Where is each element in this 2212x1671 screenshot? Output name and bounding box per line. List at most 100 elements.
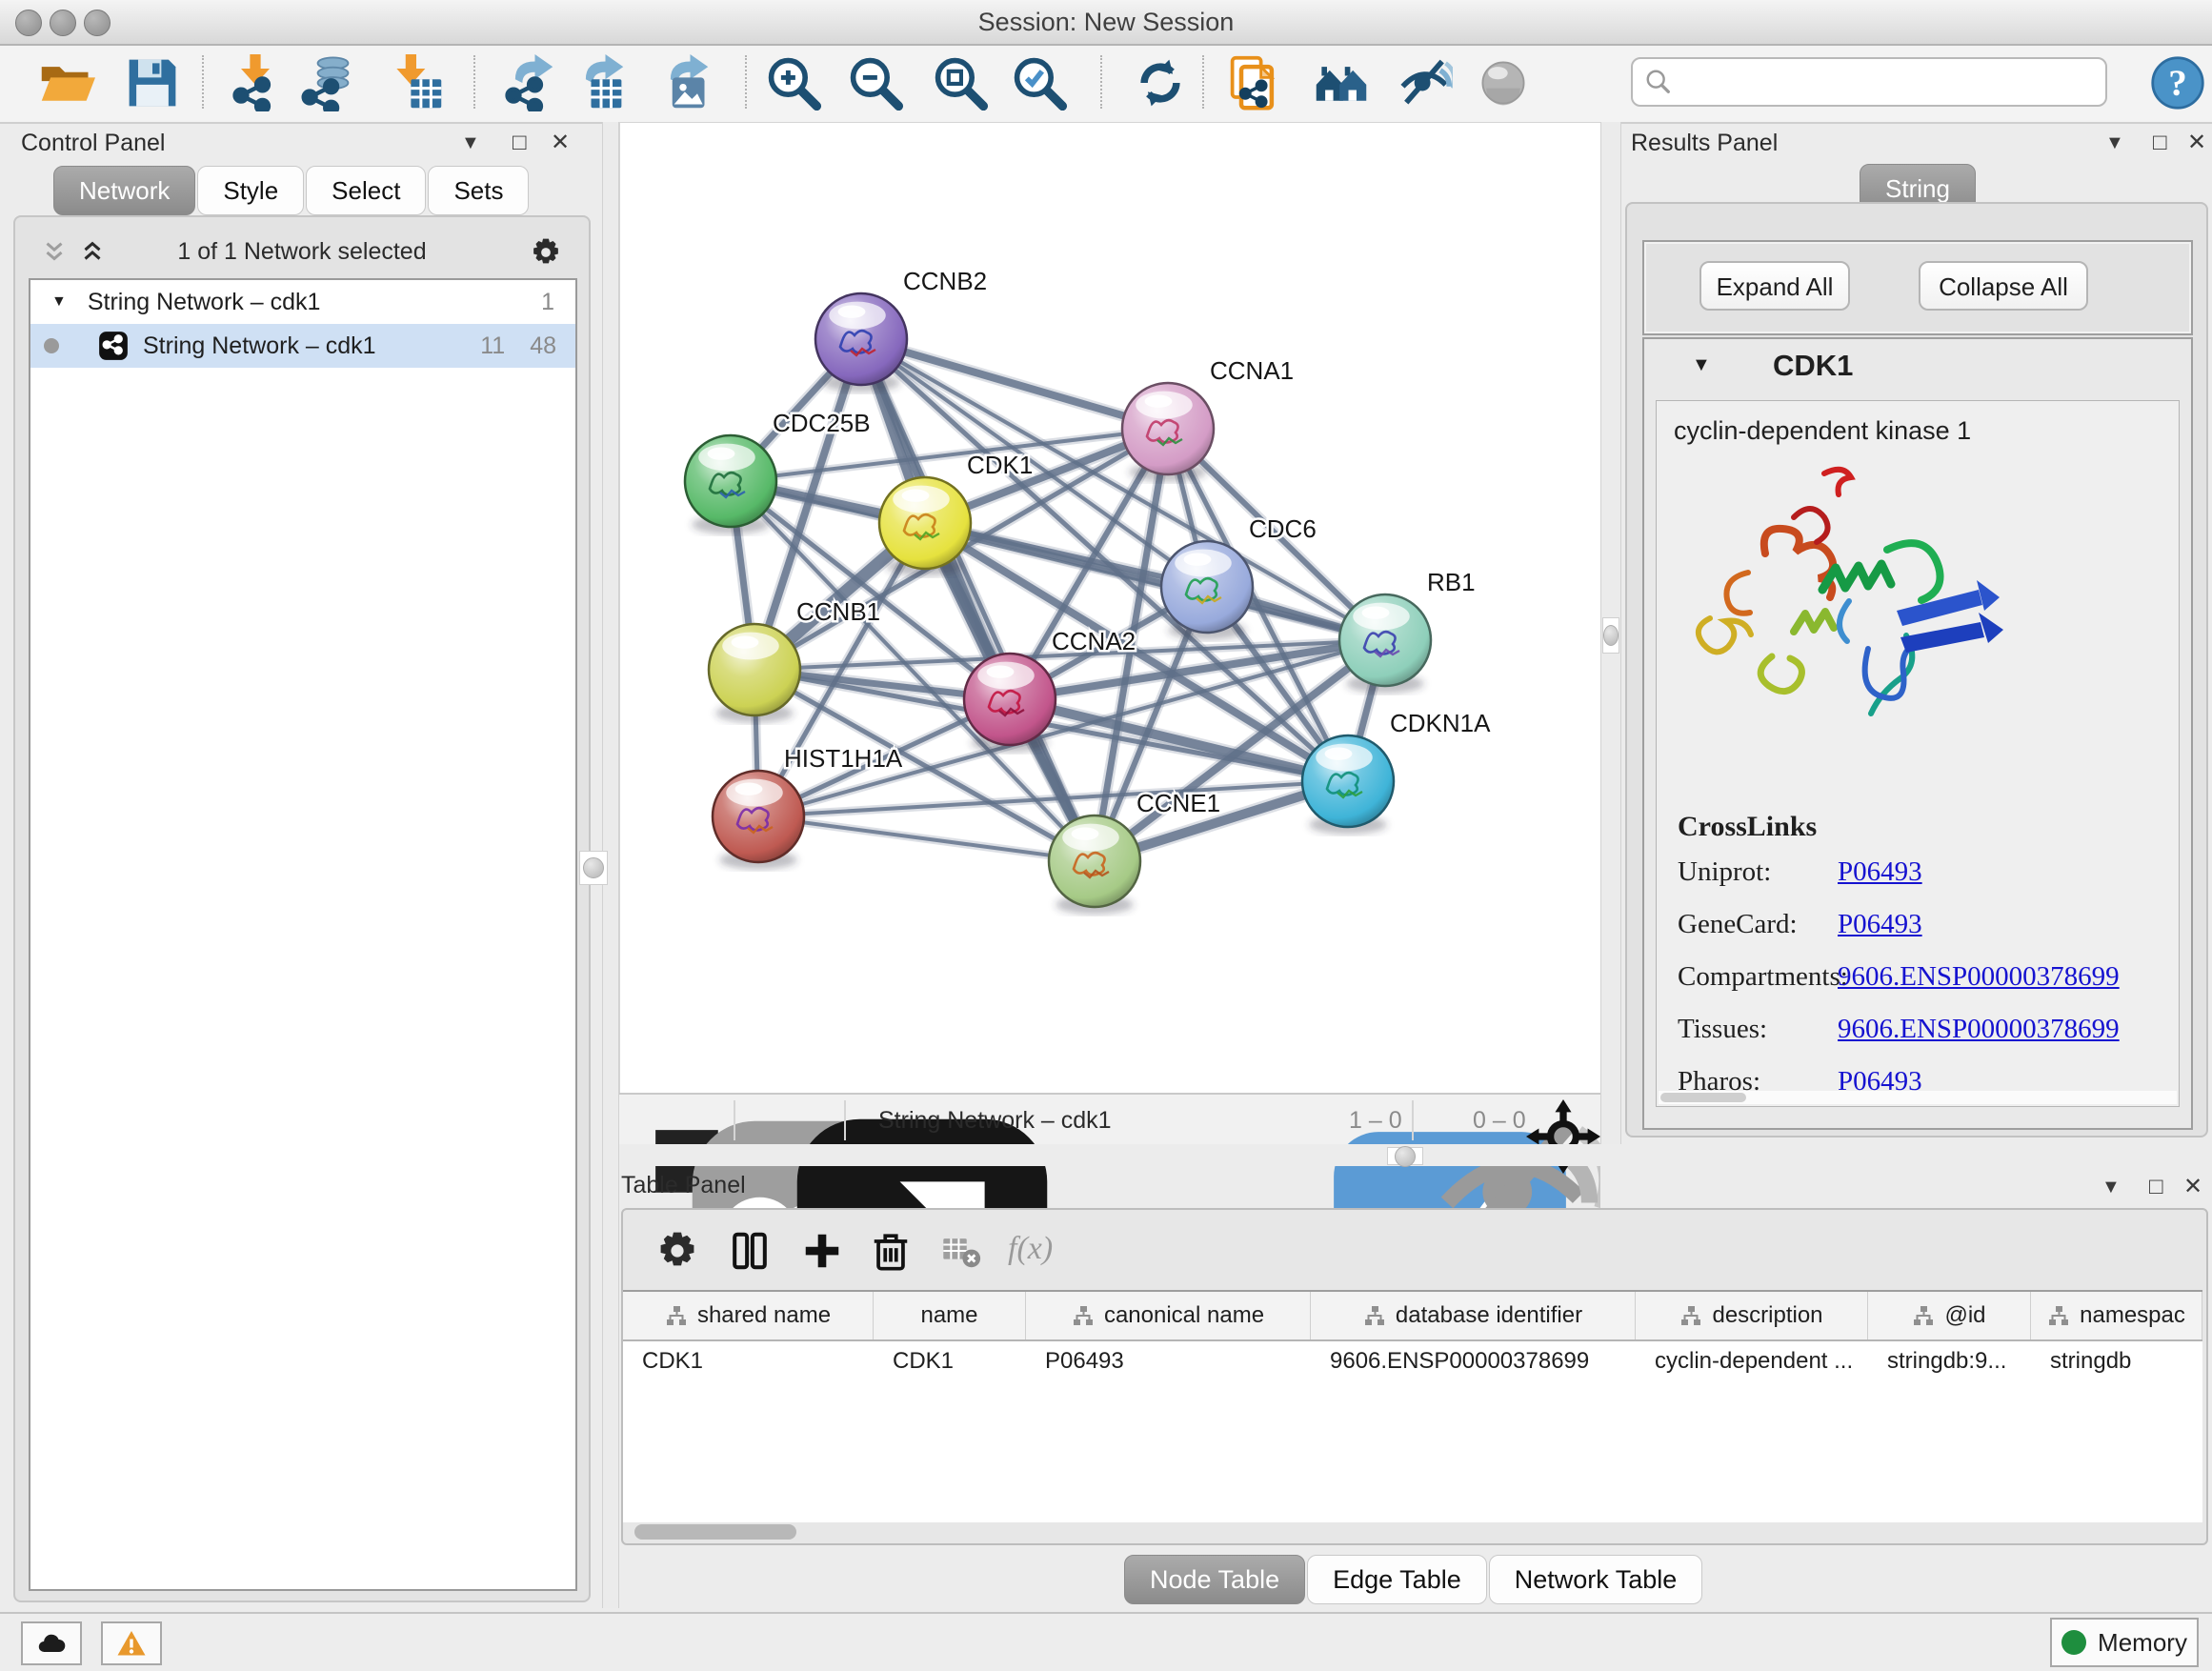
- network-canvas[interactable]: CCNB2CCNA1CDC25BCDK1CDC6RB1CCNB1CCNA2CDK…: [619, 122, 1602, 1095]
- memory-button[interactable]: Memory: [2050, 1618, 2199, 1667]
- tab-sets[interactable]: Sets: [428, 166, 529, 215]
- table-cell[interactable]: stringdb: [2031, 1341, 2202, 1381]
- node-label-CCNE1: CCNE1: [1136, 789, 1220, 817]
- home-icon[interactable]: [1313, 54, 1370, 111]
- column-header-name[interactable]: name: [874, 1292, 1026, 1339]
- zoom-selected-icon[interactable]: [1011, 54, 1068, 111]
- column-header-description[interactable]: description: [1636, 1292, 1868, 1339]
- network-node-RB1[interactable]: RB1: [1339, 568, 1476, 694]
- show-columns-icon[interactable]: [728, 1229, 772, 1273]
- tree-expander-icon[interactable]: ▼: [51, 293, 67, 311]
- search-input[interactable]: [1682, 67, 2094, 98]
- save-session-icon[interactable]: [124, 54, 181, 111]
- table-row[interactable]: CDK1CDK1P064939606.ENSP00000378699cyclin…: [623, 1341, 2202, 1381]
- search-box: [1631, 57, 2107, 107]
- table-cell[interactable]: stringdb:9...: [1868, 1341, 2031, 1381]
- zoom-in-icon[interactable]: [765, 54, 822, 111]
- panel-close-icon[interactable]: ✕: [551, 122, 570, 164]
- network-row-selected[interactable]: String Network – cdk1 11 48: [30, 324, 575, 368]
- export-image-icon[interactable]: [654, 54, 712, 111]
- right-splitter-handle[interactable]: [1602, 617, 1619, 654]
- panel-close-icon[interactable]: ✕: [2187, 122, 2206, 164]
- panel-menu-icon[interactable]: ▼: [2105, 122, 2124, 164]
- node-label-RB1: RB1: [1427, 568, 1476, 596]
- panel-float-icon[interactable]: □: [2153, 122, 2167, 164]
- network-node-CDKN1A[interactable]: CDKN1A: [1302, 709, 1491, 835]
- network-collection-row[interactable]: ▼ String Network – cdk1 1: [30, 280, 575, 324]
- table-options-gear-icon[interactable]: [655, 1229, 699, 1273]
- column-label: namespac: [2080, 1302, 2185, 1329]
- column-header-@id[interactable]: @id: [1868, 1292, 2031, 1339]
- protein-description: cyclin-dependent kinase 1: [1674, 416, 1971, 446]
- expand-all-button[interactable]: Expand All: [1699, 261, 1850, 311]
- zoom-fit-icon[interactable]: [932, 54, 989, 111]
- protein-header-row[interactable]: ▼ CDK1: [1644, 339, 2191, 398]
- import-network-from-database-icon[interactable]: [297, 54, 354, 111]
- results-scrollbar[interactable]: [1659, 1091, 2177, 1104]
- tab-node-table[interactable]: Node Table: [1124, 1555, 1305, 1604]
- open-session-icon[interactable]: [38, 54, 95, 111]
- import-table-icon[interactable]: [388, 54, 445, 111]
- bottom-splitter-handle[interactable]: [1387, 1147, 1423, 1165]
- panel-menu-icon[interactable]: ▼: [2101, 1166, 2121, 1208]
- crosslink-link[interactable]: P06493: [1838, 856, 1922, 888]
- table-cell[interactable]: 9606.ENSP00000378699: [1311, 1341, 1636, 1381]
- crosslink-link[interactable]: 9606.ENSP00000378699: [1838, 961, 2120, 993]
- hide-graphics-details-icon[interactable]: [1396, 54, 1453, 111]
- panel-close-icon[interactable]: ✕: [2183, 1166, 2202, 1208]
- tab-edge-table[interactable]: Edge Table: [1307, 1555, 1487, 1604]
- protein-name: CDK1: [1773, 349, 1853, 383]
- collapse-protein-icon[interactable]: ▼: [1692, 354, 1711, 376]
- panel-menu-icon[interactable]: ▼: [461, 122, 480, 164]
- panel-float-icon[interactable]: □: [2149, 1166, 2163, 1208]
- tab-network-table[interactable]: Network Table: [1489, 1555, 1703, 1604]
- export-network-icon[interactable]: [499, 54, 556, 111]
- node-label-HIST1H1A: HIST1H1A: [784, 744, 903, 773]
- string-document-icon[interactable]: [1227, 54, 1284, 111]
- table-cell[interactable]: P06493: [1026, 1341, 1311, 1381]
- network-edge-CCNE1-HIST1H1A[interactable]: [758, 816, 1095, 861]
- main-toolbar: ?: [0, 46, 2212, 124]
- crosslink-link[interactable]: P06493: [1838, 909, 1922, 940]
- table-panel-header: Table Panel ▼ □ ✕: [604, 1166, 2212, 1208]
- cloud-button[interactable]: [21, 1621, 82, 1665]
- table-cell[interactable]: CDK1: [874, 1341, 1026, 1381]
- apply-layout-icon[interactable]: [1132, 54, 1189, 111]
- network-node-CCNB1[interactable]: CCNB1: [709, 597, 880, 723]
- tab-network[interactable]: Network: [53, 166, 195, 215]
- tab-style[interactable]: Style: [197, 166, 304, 215]
- warnings-button[interactable]: [101, 1621, 162, 1665]
- collapse-all-button[interactable]: Collapse All: [1919, 261, 2088, 311]
- tab-select[interactable]: Select: [306, 166, 426, 215]
- node-label-CDKN1A: CDKN1A: [1390, 709, 1491, 737]
- network-selection-bar: 1 of 1 Network selected: [15, 231, 589, 272]
- results-panel-header: Results Panel ▼ □ ✕: [1619, 122, 2212, 166]
- table-cell[interactable]: cyclin-dependent ...: [1636, 1341, 1868, 1381]
- network-options-gear-icon[interactable]: [530, 236, 562, 269]
- left-splitter-handle[interactable]: [579, 851, 608, 885]
- crosslink-link[interactable]: 9606.ENSP00000378699: [1838, 1014, 2120, 1045]
- table-cell[interactable]: CDK1: [623, 1341, 874, 1381]
- show-graphics-details-icon[interactable]: [1475, 54, 1532, 111]
- help-icon[interactable]: ?: [2149, 54, 2206, 111]
- column-header-shared-name[interactable]: shared name: [623, 1292, 874, 1339]
- import-network-icon[interactable]: [227, 54, 284, 111]
- column-header-canonical-name[interactable]: canonical name: [1026, 1292, 1311, 1339]
- zoom-out-icon[interactable]: [847, 54, 904, 111]
- export-table-icon[interactable]: [570, 54, 627, 111]
- control-panel-header: Control Panel ▼ □ ✕: [0, 122, 602, 166]
- edge-count: 48: [530, 332, 556, 360]
- search-icon: [1644, 68, 1673, 96]
- crosslink-row: Uniprot:P06493: [1678, 856, 2120, 888]
- warning-icon: [116, 1628, 147, 1659]
- column-header-namespac[interactable]: namespac: [2031, 1292, 2202, 1339]
- selected-count: 1 – 0: [1349, 1095, 1402, 1146]
- expand-collapse-box: Expand All Collapse All: [1642, 240, 2193, 335]
- add-column-icon[interactable]: [800, 1229, 844, 1273]
- delete-column-icon[interactable]: [869, 1229, 913, 1273]
- table-horizontal-scrollbar[interactable]: [631, 1524, 2199, 1540]
- network-graph[interactable]: CCNB2CCNA1CDC25BCDK1CDC6RB1CCNB1CCNA2CDK…: [620, 123, 1601, 1094]
- function-builder-icon: f(x): [1008, 1231, 1053, 1267]
- panel-float-icon[interactable]: □: [513, 122, 527, 164]
- column-header-database-identifier[interactable]: database identifier: [1311, 1292, 1636, 1339]
